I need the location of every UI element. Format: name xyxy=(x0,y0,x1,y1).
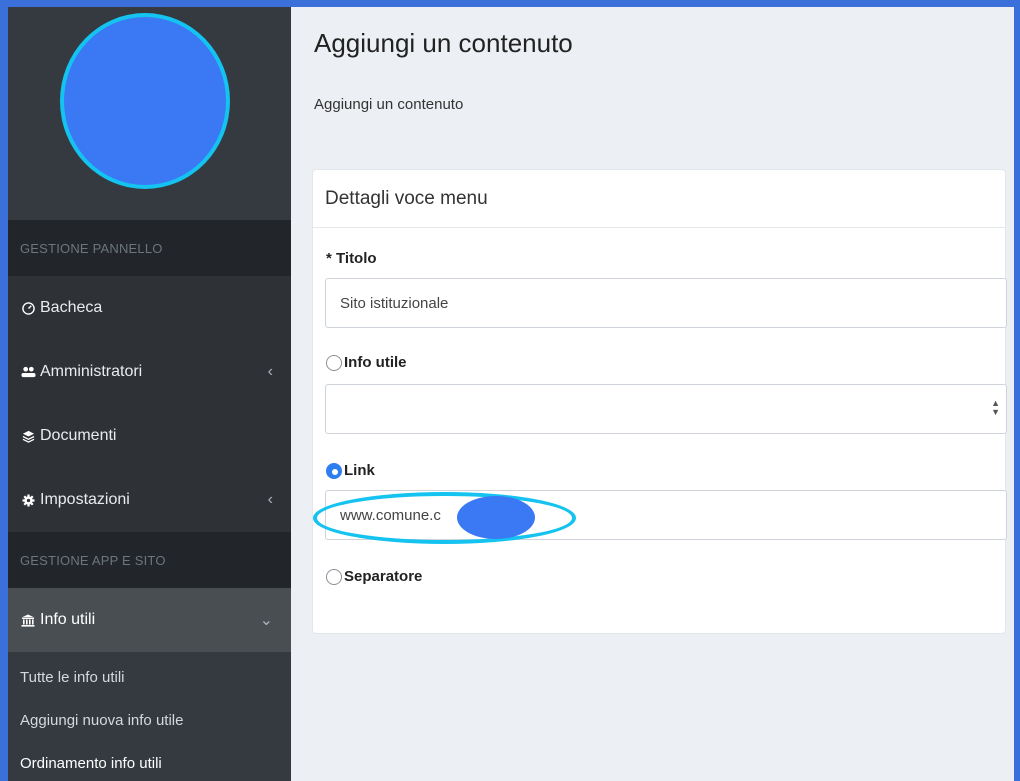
sidebar-item-bacheca[interactable]: Bacheca xyxy=(8,276,291,340)
titolo-input[interactable] xyxy=(325,278,1007,328)
highlight-annotation xyxy=(313,492,576,544)
sidebar-item-info-utili[interactable]: Info utili ⌄ xyxy=(8,588,291,652)
sidebar: GESTIONE PANNELLO Bacheca Amministratori… xyxy=(8,7,291,781)
submenu-item-tutte[interactable]: Tutte le info utili xyxy=(8,656,291,699)
logo-redacted xyxy=(60,13,230,189)
submenu-info-utili: Tutte le info utili Aggiungi nuova info … xyxy=(8,652,291,781)
users-icon xyxy=(20,366,36,378)
chevron-left-icon: ‹ xyxy=(267,491,273,508)
submenu-item-aggiungi[interactable]: Aggiungi nuova info utile xyxy=(8,699,291,742)
submenu-item-ordinamento[interactable]: Ordinamento info utili xyxy=(8,742,291,781)
logo-area xyxy=(8,7,291,220)
page-title: Aggiungi un contenuto xyxy=(314,28,573,58)
titolo-label: * Titolo xyxy=(326,250,377,267)
sidebar-item-label: Impostazioni xyxy=(40,491,130,508)
sidebar-item-label: Info utili xyxy=(40,611,96,628)
app-frame: GESTIONE PANNELLO Bacheca Amministratori… xyxy=(8,7,1014,781)
chevron-left-icon: ‹ xyxy=(267,363,273,380)
link-label: Link xyxy=(344,462,375,479)
link-radio[interactable] xyxy=(326,462,342,479)
sidebar-item-label: Documenti xyxy=(40,427,117,444)
bank-icon xyxy=(20,614,36,627)
sidebar-item-documenti[interactable]: Documenti xyxy=(8,404,291,468)
separatore-label: Separatore xyxy=(344,568,423,585)
info-utile-select[interactable]: ▲ ▼ xyxy=(325,384,1007,434)
sidebar-item-impostazioni[interactable]: Impostazioni ‹ xyxy=(8,468,291,532)
sidebar-item-label: Amministratori xyxy=(40,363,143,380)
sidebar-item-amministratori[interactable]: Amministratori ‹ xyxy=(8,340,291,404)
breadcrumb: Aggiungi un contenuto xyxy=(314,96,464,113)
section-header-panel: GESTIONE PANNELLO xyxy=(8,220,291,276)
separatore-radio[interactable] xyxy=(326,568,342,585)
redaction-blob xyxy=(457,496,535,539)
gear-icon xyxy=(20,493,36,507)
card-dettagli-voce-menu: Dettagli voce menu * Titolo Info utile ▲… xyxy=(312,169,1007,634)
info-utile-radio[interactable] xyxy=(326,354,342,371)
card-title: Dettagli voce menu xyxy=(313,170,1005,228)
section-header-app: GESTIONE APP E SITO xyxy=(8,532,291,588)
dashboard-icon xyxy=(20,301,36,315)
link-radio-label[interactable]: Link xyxy=(326,462,375,479)
info-utile-label: Info utile xyxy=(344,354,407,371)
layers-icon xyxy=(20,430,36,443)
info-utile-radio-label[interactable]: Info utile xyxy=(326,354,407,371)
select-arrows-icon: ▲ ▼ xyxy=(991,398,1000,417)
chevron-down-icon: ⌄ xyxy=(259,612,273,629)
main-content: Aggiungi un contenuto Aggiungi un conten… xyxy=(291,7,1014,781)
sidebar-item-label: Bacheca xyxy=(40,299,103,316)
separatore-radio-label[interactable]: Separatore xyxy=(326,568,422,585)
